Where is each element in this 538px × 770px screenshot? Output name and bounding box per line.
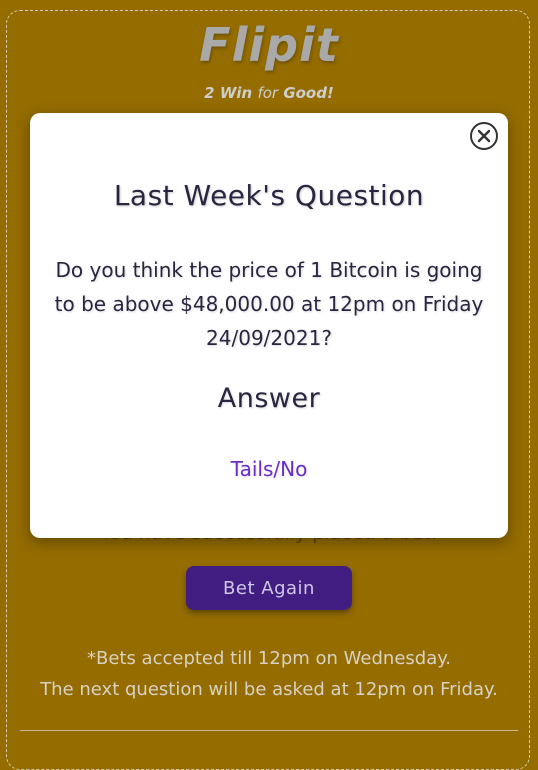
bet-again-button[interactable]: Bet Again [186, 566, 352, 610]
brand-logo: Flipit [199, 18, 339, 72]
answer-heading: Answer [217, 383, 321, 414]
footer-divider [20, 730, 518, 731]
tagline-win: Win [219, 84, 253, 102]
tagline-for: for [257, 84, 279, 102]
modal-question-text: Do you think the price of 1 Bitcoin is g… [54, 258, 484, 350]
tagline-good: Good! [283, 84, 334, 102]
close-icon[interactable] [470, 122, 498, 150]
modal-title: Last Week's Question [113, 179, 425, 212]
answer-value: Tails/No [230, 457, 308, 481]
last-week-question-modal: Last Week's Question Do you think the pr… [30, 113, 508, 538]
tagline: 2 Win for Good! [0, 84, 538, 102]
next-question-note: The next question will be asked at 12pm … [40, 679, 498, 700]
tagline-number: 2 [204, 84, 215, 102]
bets-deadline-note: *Bets accepted till 12pm on Wednesday. [86, 648, 452, 669]
